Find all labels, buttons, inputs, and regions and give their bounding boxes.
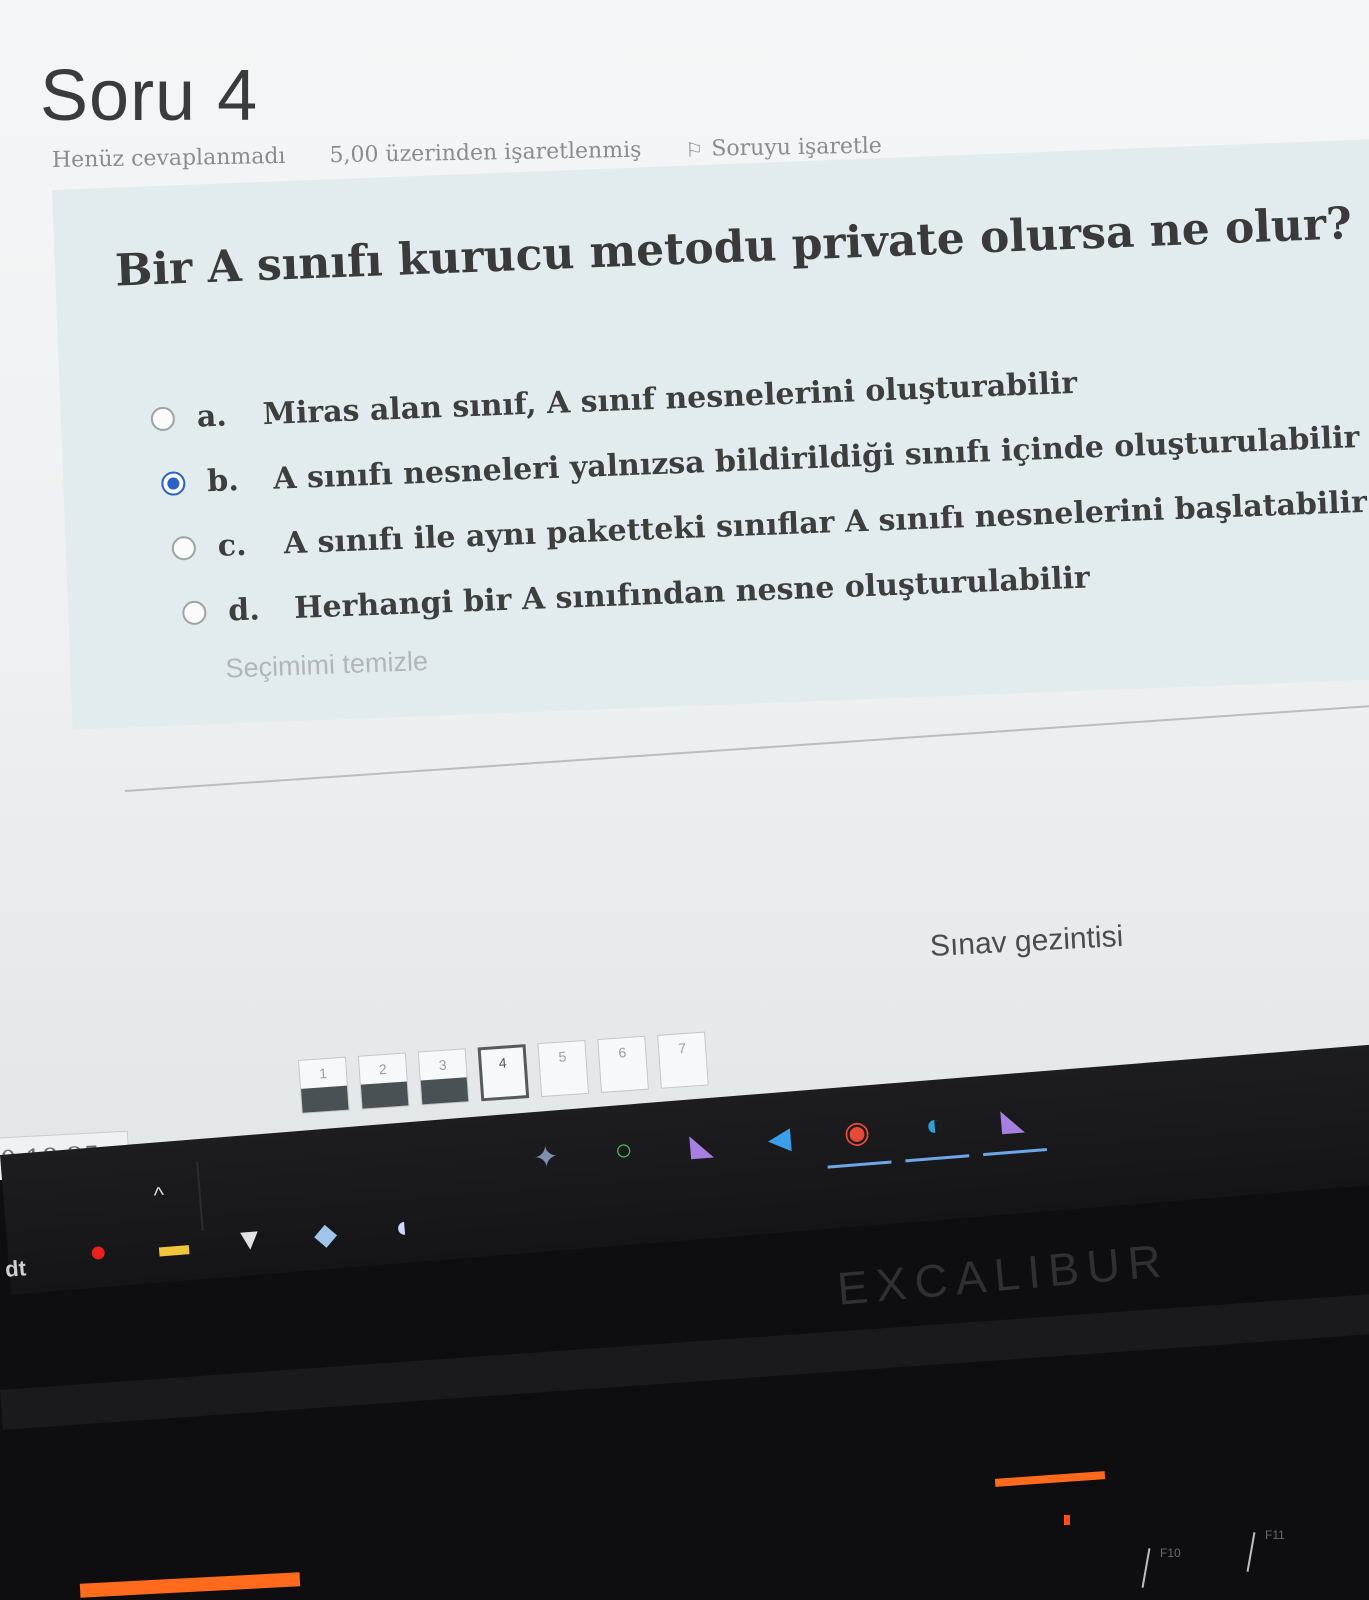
answer-list: a. Miras alan sınıf, A sınıf nesnelerini …: [150, 340, 1369, 646]
quiz-navigation-buttons: 1234567: [298, 1031, 709, 1114]
quiz-nav-button-5[interactable]: 5: [537, 1039, 590, 1098]
quiz-nav-button-6[interactable]: 6: [597, 1035, 649, 1093]
file-explorer-icon[interactable]: ▬: [152, 1225, 195, 1268]
circle-app-icon[interactable]: ○: [598, 1125, 650, 1177]
tray-icons: ● ▬ ▼ ◆ ◖: [77, 1207, 423, 1274]
orange-trim: [994, 1471, 1106, 1487]
quiz-nav-button-2[interactable]: 2: [357, 1052, 410, 1110]
f10-key: F10: [1160, 1546, 1181, 1560]
opera-icon[interactable]: ●: [77, 1231, 120, 1274]
tray-separator: [196, 1161, 204, 1232]
answer-radio[interactable]: [171, 535, 197, 561]
clear-choice-link[interactable]: Seçimimi temizle: [225, 646, 429, 685]
chrome-icon[interactable]: ◉: [831, 1106, 883, 1158]
question-text: Bir A sınıfı kurucu metodu private olurs…: [114, 198, 1353, 297]
question-marks: 5,00 üzerinden işaretlenmiş: [329, 137, 642, 169]
quiz-nav-button-3[interactable]: 3: [417, 1048, 470, 1106]
key-edge: [1141, 1548, 1151, 1588]
visual-studio-icon[interactable]: ◣: [676, 1119, 728, 1171]
question-title: Soru 4: [40, 56, 259, 136]
laptop-hinge: [0, 1292, 1369, 1430]
orange-bottom-trim: [79, 1572, 301, 1598]
quiz-nav-button-4[interactable]: 4: [477, 1044, 530, 1102]
taskbar-left-text: dt: [4, 1255, 27, 1282]
discord-icon[interactable]: ◖: [380, 1207, 423, 1250]
question-box: Bir A sınıfı kurucu metodu private olurs…: [52, 138, 1369, 730]
kaspersky-icon[interactable]: ✦: [520, 1131, 572, 1183]
answer-letter: a.: [196, 398, 228, 435]
answer-radio[interactable]: [160, 470, 186, 496]
answer-radio[interactable]: [150, 405, 176, 431]
flag-question-link[interactable]: ⚐ Soruyu işaretle: [685, 134, 882, 162]
f11-key: F11: [1265, 1528, 1285, 1542]
orange-indicator: [1064, 1515, 1070, 1525]
edge-icon[interactable]: ◐: [909, 1100, 961, 1152]
quiz-navigation-title: Sınav gezintisi: [929, 919, 1125, 963]
key-edge: [1246, 1532, 1256, 1572]
answer-radio[interactable]: [181, 599, 207, 625]
flag-icon: ⚐: [685, 137, 704, 162]
question-status: Henüz cevaplanmadı: [51, 143, 286, 173]
answer-letter: d.: [227, 592, 261, 629]
visual-studio-2-icon[interactable]: ◣: [987, 1094, 1039, 1146]
app-icon[interactable]: ▼: [228, 1219, 271, 1262]
answer-letter: c.: [217, 527, 248, 564]
pinned-apps: ✦ ○ ◣ ◀ ◉ ◐ ◣: [520, 1094, 1038, 1183]
answer-letter: b.: [206, 463, 240, 500]
quiz-nav-button-7[interactable]: 7: [657, 1031, 709, 1089]
laptop-brand-logo: EXCALIBUR: [835, 1233, 1172, 1315]
flag-question-label: Soruyu işaretle: [711, 133, 882, 162]
steam-icon[interactable]: ◆: [304, 1213, 347, 1256]
vscode-icon[interactable]: ◀: [753, 1113, 805, 1165]
tray-expand-icon[interactable]: ^: [153, 1182, 165, 1209]
screen: Soru 4 Henüz cevaplanmadı 5,00 üzerinden…: [0, 0, 1369, 1180]
quiz-nav-button-1[interactable]: 1: [298, 1056, 350, 1114]
